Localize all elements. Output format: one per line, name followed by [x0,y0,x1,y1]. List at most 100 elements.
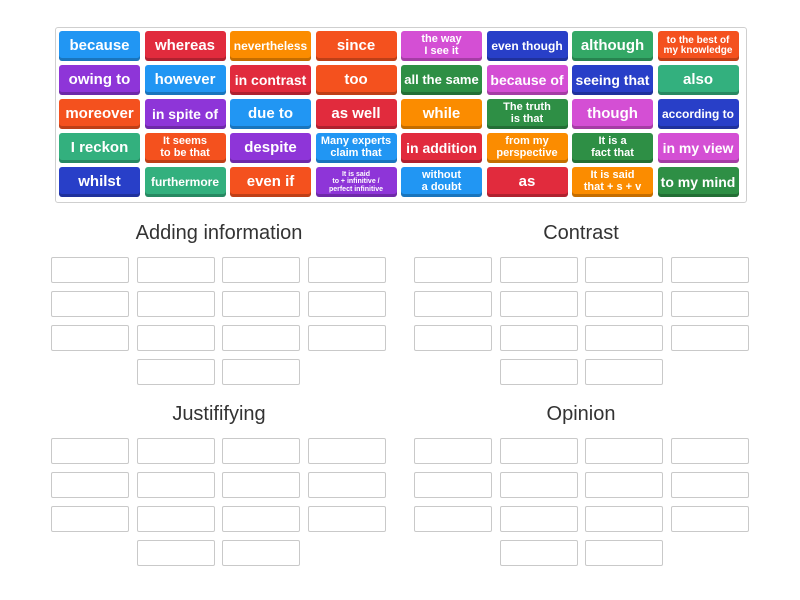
drop-slot[interactable] [222,325,300,351]
drop-slot[interactable] [307,291,386,317]
drop-slot[interactable] [585,540,663,566]
word-tile[interactable]: whereas [144,31,226,61]
drop-slot[interactable] [136,506,215,532]
drop-slot[interactable] [585,291,663,317]
word-tile[interactable]: owing to [59,65,140,95]
drop-slot[interactable] [136,325,215,351]
word-tile[interactable]: without a doubt [401,167,482,197]
word-tile[interactable]: while [401,99,482,129]
drop-slot[interactable] [222,472,300,498]
word-tile[interactable]: though [572,99,653,129]
drop-slot[interactable] [136,359,215,385]
word-tile[interactable]: even if [230,167,311,197]
word-tile[interactable]: I reckon [59,133,140,163]
drop-slot[interactable] [670,472,749,498]
word-tile[interactable]: according to [657,99,739,129]
drop-slot[interactable] [585,472,663,498]
group-heading-justifying: Justififying [172,403,266,425]
word-tile[interactable]: all the same [401,65,482,95]
word-tile[interactable]: because [59,31,140,61]
drop-slot[interactable] [499,506,578,532]
drop-slot[interactable] [222,291,300,317]
word-tile[interactable]: nevertheless [230,31,311,61]
drop-slot[interactable] [222,506,300,532]
word-tile[interactable]: although [572,31,653,61]
word-tile[interactable]: seeing that [572,65,653,95]
word-tile[interactable]: It is said to + infinitive / perfect inf… [315,167,397,197]
word-tile[interactable]: It is a fact that [572,133,653,163]
drop-slot[interactable] [307,506,386,532]
word-tile[interactable]: in addition [401,133,482,163]
drop-slot[interactable] [499,257,578,283]
drop-slot[interactable] [136,438,215,464]
drop-slot[interactable] [222,438,300,464]
word-tile[interactable]: also [657,65,739,95]
word-tile[interactable]: moreover [59,99,140,129]
drop-slot[interactable] [51,506,129,532]
drop-slot[interactable] [585,506,663,532]
drop-slot[interactable] [222,359,300,385]
drop-slot[interactable] [307,472,386,498]
word-tile[interactable]: in contrast [230,65,311,95]
word-tile[interactable]: in spite of [144,99,226,129]
word-tile[interactable]: despite [230,133,311,163]
word-tile[interactable]: even though [486,31,568,61]
drop-slot[interactable] [51,438,129,464]
drop-slot[interactable] [222,540,300,566]
drop-slot[interactable] [585,257,663,283]
drop-slot[interactable] [136,472,215,498]
drop-slot[interactable] [499,325,578,351]
drop-slot[interactable] [670,438,749,464]
word-tile[interactable]: due to [230,99,311,129]
drop-slot[interactable] [414,257,492,283]
drop-slot[interactable] [585,325,663,351]
drop-slot[interactable] [51,257,129,283]
word-tile[interactable]: to the best of my knowledge [657,31,739,61]
drop-slot[interactable] [307,257,386,283]
drop-slot[interactable] [670,325,749,351]
word-tile[interactable]: furthermore [144,167,226,197]
word-tile[interactable]: to my mind [657,167,739,197]
word-tile[interactable]: It seems to be that [144,133,226,163]
drop-slot[interactable] [499,359,578,385]
word-tile[interactable]: The truth is that [486,99,568,129]
drop-slot[interactable] [499,291,578,317]
drop-slot[interactable] [307,438,386,464]
drop-slot[interactable] [499,540,578,566]
drop-slot[interactable] [136,540,215,566]
word-tile[interactable]: whilst [59,167,140,197]
word-tile[interactable]: the way I see it [401,31,482,61]
drop-slot[interactable] [670,506,749,532]
drop-slot[interactable] [670,291,749,317]
word-tile[interactable]: in my view [657,133,739,163]
drop-slot[interactable] [414,438,492,464]
drop-slot[interactable] [51,325,129,351]
drop-slot[interactable] [499,438,578,464]
word-tile[interactable]: because of [486,65,568,95]
group-heading-opinion: Opinion [546,403,616,425]
drop-slot[interactable] [585,359,663,385]
word-tile[interactable]: Many experts claim that [315,133,397,163]
drop-slot[interactable] [51,472,129,498]
drop-slot[interactable] [670,257,749,283]
word-tile[interactable]: as well [315,99,397,129]
drop-slot[interactable] [585,438,663,464]
drop-slot[interactable] [136,257,215,283]
group-heading-contrast: Contrast [543,222,619,244]
drop-slot[interactable] [307,325,386,351]
drop-slot[interactable] [414,506,492,532]
word-tile[interactable]: It is said that + s + v [572,167,653,197]
group-heading-adding-information: Adding information [135,222,303,244]
drop-slot[interactable] [51,291,129,317]
word-tile[interactable]: however [144,65,226,95]
drop-slot[interactable] [414,472,492,498]
drop-slot[interactable] [414,291,492,317]
drop-slot[interactable] [414,325,492,351]
word-tile[interactable]: as [486,167,568,197]
word-tile[interactable]: since [315,31,397,61]
word-tile[interactable]: too [315,65,397,95]
drop-slot[interactable] [499,472,578,498]
drop-slot[interactable] [222,257,300,283]
word-tile[interactable]: from my perspective [486,133,568,163]
drop-slot[interactable] [136,291,215,317]
